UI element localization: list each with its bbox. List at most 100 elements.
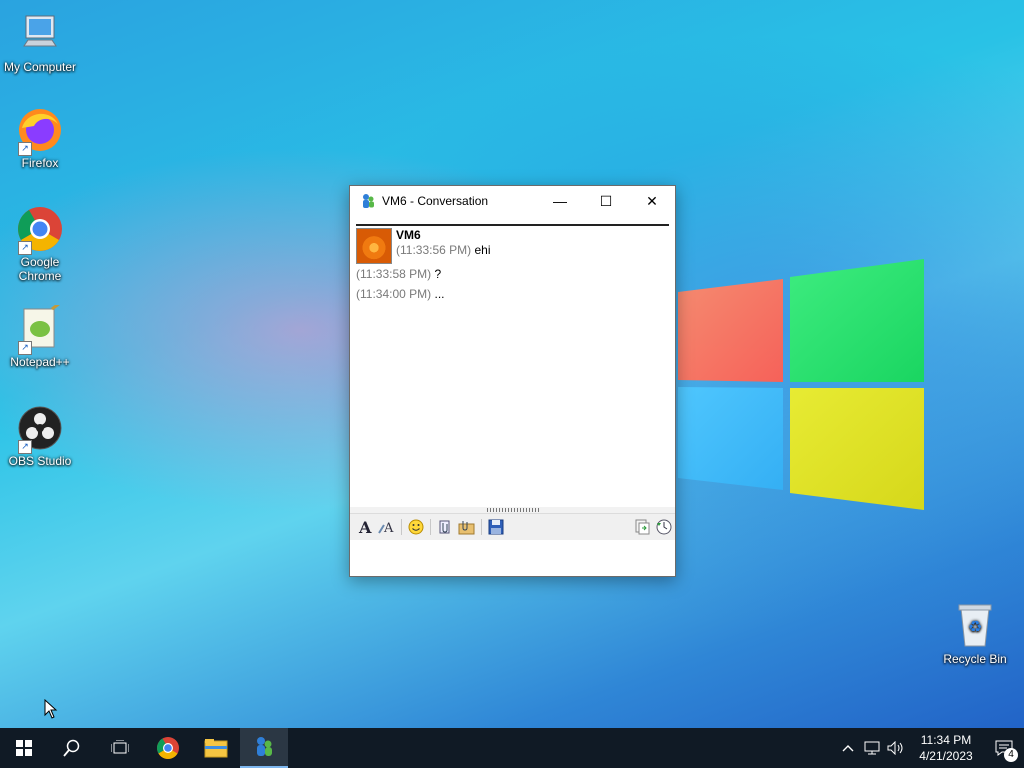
volume-button[interactable] xyxy=(884,741,908,755)
conversation-history[interactable]: VM6 (11:33:56 PM) ehi (11:33:58 PM) ? (1… xyxy=(356,224,669,508)
network-button[interactable] xyxy=(860,741,884,755)
search-button[interactable] xyxy=(48,728,96,768)
computer-icon xyxy=(16,10,64,58)
clock-date: 4/21/2023 xyxy=(919,749,973,763)
maximize-button[interactable]: ☐ xyxy=(583,186,629,216)
logo-pane-green xyxy=(790,259,924,382)
font-button[interactable]: A xyxy=(354,516,376,538)
network-icon xyxy=(864,741,880,755)
windows-logo-icon xyxy=(16,740,32,756)
firefox-icon: ↗ xyxy=(16,106,64,156)
desktop-icon-label: Recycle Bin xyxy=(943,652,1007,666)
copy-page-icon xyxy=(635,519,650,535)
message-line: (11:33:56 PM) ehi xyxy=(396,243,491,257)
taskbar-clock[interactable]: 11:34 PM 4/21/2023 xyxy=(908,732,984,764)
svg-text:A: A xyxy=(383,521,394,535)
chevron-up-icon xyxy=(842,745,854,752)
close-icon: ✕ xyxy=(646,192,658,209)
minimize-button[interactable]: — xyxy=(537,186,583,216)
message-text: ehi xyxy=(474,243,491,257)
contact-avatar[interactable] xyxy=(356,228,392,264)
clock-history-icon xyxy=(656,519,672,535)
search-icon xyxy=(63,739,80,757)
toolbar-separator xyxy=(401,519,402,535)
clock-time: 11:34 PM xyxy=(920,733,972,747)
desktop-icon-notepad-plus-plus[interactable]: ↗ Notepad++ xyxy=(0,301,80,369)
system-tray: 11:34 PM 4/21/2023 4 xyxy=(836,728,1024,768)
paperclip-icon xyxy=(439,520,450,534)
chrome-icon xyxy=(157,737,179,759)
floppy-disk-icon xyxy=(488,519,504,535)
mouse-cursor-icon xyxy=(44,699,58,719)
conversation-window[interactable]: VM6 - Conversation — ☐ ✕ VM6 (11:33:56 P… xyxy=(349,185,676,577)
splitter-grip[interactable] xyxy=(487,508,539,512)
logo-pane-yellow xyxy=(790,388,924,510)
save-conversation-button[interactable] xyxy=(485,516,507,538)
chrome-icon: ↗ xyxy=(16,205,64,255)
taskbar-file-explorer[interactable] xyxy=(192,728,240,768)
desktop-icon-my-computer[interactable]: My Computer xyxy=(0,10,80,74)
speaker-icon xyxy=(887,741,903,755)
message-text: ... xyxy=(434,287,445,301)
message-line: (11:33:58 PM) ? xyxy=(356,267,669,281)
message-timestamp: (11:34:00 PM) xyxy=(356,287,432,301)
obs-studio-icon: ↗ xyxy=(16,404,64,454)
toolbar-separator xyxy=(430,519,431,535)
message-line: (11:34:00 PM) ... xyxy=(356,287,669,301)
message-text: ? xyxy=(434,267,442,281)
shortcut-arrow-icon: ↗ xyxy=(18,440,32,454)
desktop-icon-label: Firefox xyxy=(21,156,59,170)
start-button[interactable] xyxy=(0,728,48,768)
task-view-icon xyxy=(111,740,129,754)
copy-conversation-button[interactable] xyxy=(631,516,653,538)
shortcut-arrow-icon: ↗ xyxy=(18,241,32,255)
font-style-icon: A xyxy=(378,521,394,535)
notepad-plus-plus-icon: ↗ xyxy=(16,301,64,355)
desktop-icon-firefox[interactable]: ↗ Firefox xyxy=(0,106,80,170)
shortcut-arrow-icon: ↗ xyxy=(18,142,32,156)
desktop-icon-label: Notepad++ xyxy=(10,355,70,369)
history-button[interactable] xyxy=(653,516,675,538)
desktop-icon-label: OBS Studio xyxy=(8,454,72,468)
folder-clip-icon xyxy=(458,521,475,535)
send-file-button[interactable] xyxy=(434,516,456,538)
desktop-icon-recycle-bin[interactable]: ♻ Recycle Bin xyxy=(935,602,1015,666)
messenger-app-icon xyxy=(363,194,374,208)
message-input[interactable] xyxy=(350,540,675,576)
svg-text:A: A xyxy=(358,519,372,535)
close-button[interactable]: ✕ xyxy=(629,186,675,216)
desktop-icon-label: Google Chrome xyxy=(18,255,62,283)
maximize-icon: ☐ xyxy=(599,192,613,209)
window-titlebar[interactable]: VM6 - Conversation — ☐ ✕ xyxy=(350,186,675,216)
notification-badge: 4 xyxy=(1004,748,1018,762)
svg-text:♻: ♻ xyxy=(968,617,982,636)
font-style-button[interactable]: A xyxy=(376,516,398,538)
share-folder-button[interactable] xyxy=(456,516,478,538)
taskbar-messenger[interactable] xyxy=(240,728,288,768)
logo-pane-blue xyxy=(678,387,783,490)
smiley-icon xyxy=(408,519,424,535)
message-block: VM6 (11:33:56 PM) ehi xyxy=(356,228,669,264)
action-center-button[interactable]: 4 xyxy=(984,728,1024,768)
toolbar-separator xyxy=(481,519,482,535)
message-toolbar: A A xyxy=(350,513,675,541)
desktop-icon-obs-studio[interactable]: ↗ OBS Studio xyxy=(0,404,80,468)
logo-pane-red xyxy=(678,279,783,382)
file-explorer-icon xyxy=(204,739,228,758)
desktop-icon-label: My Computer xyxy=(3,60,77,74)
messenger-app-icon xyxy=(257,737,272,756)
show-hidden-icons-button[interactable] xyxy=(836,744,860,752)
message-timestamp: (11:33:56 PM) xyxy=(396,243,472,257)
recycle-bin-icon: ♻ xyxy=(951,602,999,650)
shortcut-arrow-icon: ↗ xyxy=(18,341,32,355)
taskbar: 11:34 PM 4/21/2023 4 xyxy=(0,728,1024,768)
sender-name: VM6 xyxy=(396,228,421,242)
taskbar-chrome[interactable] xyxy=(144,728,192,768)
font-icon: A xyxy=(358,519,372,535)
emoticon-button[interactable] xyxy=(405,516,427,538)
task-view-button[interactable] xyxy=(96,728,144,768)
minimize-icon: — xyxy=(553,193,567,209)
message-timestamp: (11:33:58 PM) xyxy=(356,267,432,281)
window-title: VM6 - Conversation xyxy=(382,194,489,208)
desktop-icon-google-chrome[interactable]: ↗ Google Chrome xyxy=(0,205,80,283)
